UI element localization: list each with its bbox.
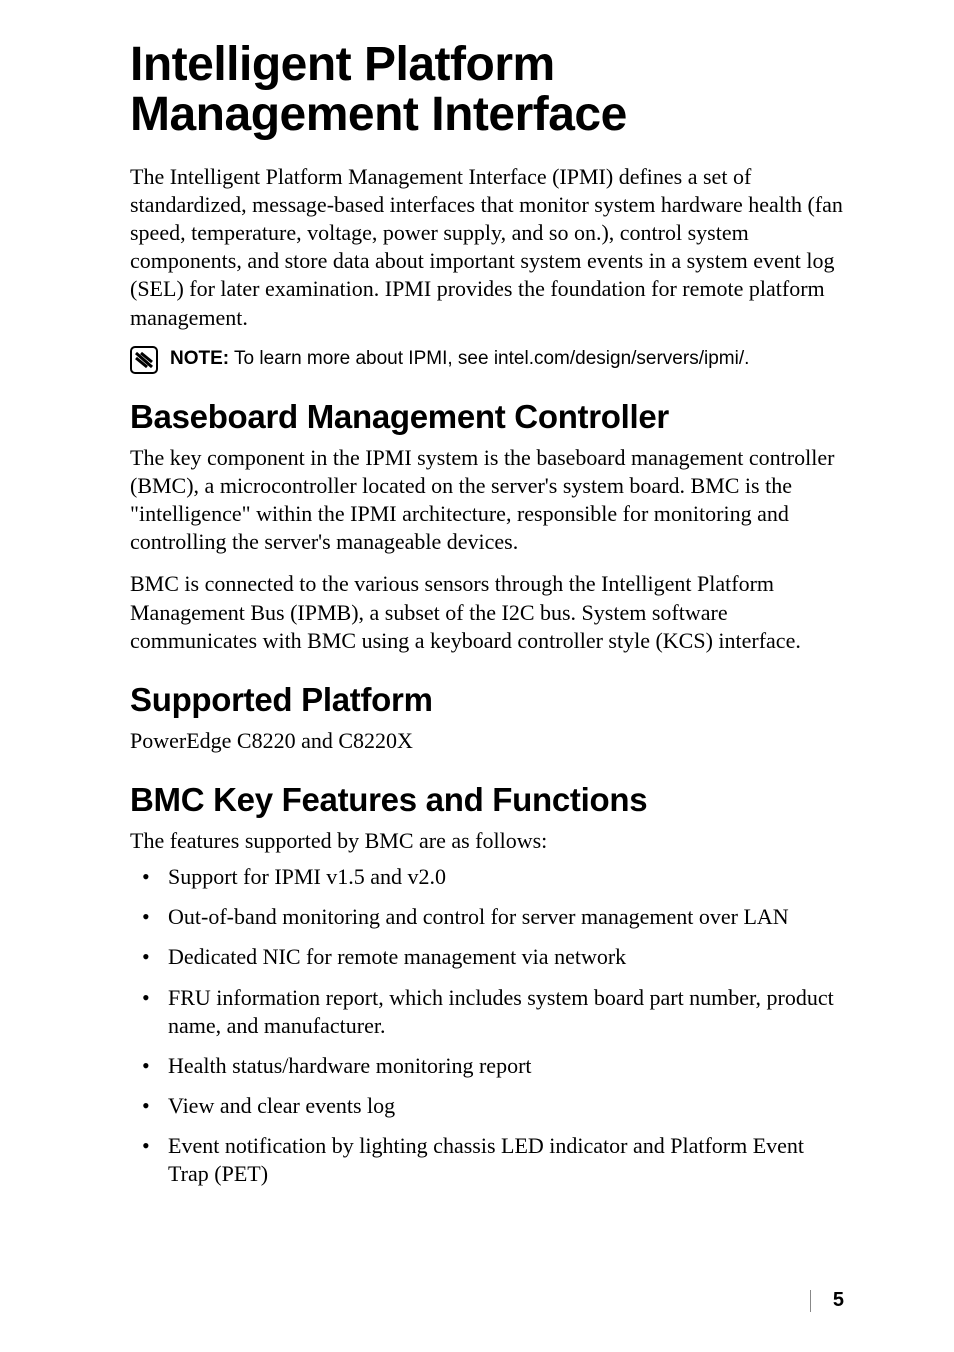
page-number: 5 [833,1289,844,1312]
supported-para: PowerEdge C8220 and C8220X [130,727,844,755]
heading-features: BMC Key Features and Functions [130,781,844,819]
note-text: NOTE: To learn more about IPMI, see inte… [170,348,749,371]
heading-supported: Supported Platform [130,681,844,719]
bmc-para-2: BMC is connected to the various sensors … [130,570,844,654]
list-item: Out-of-band monitoring and control for s… [168,903,844,931]
list-item: View and clear events log [168,1092,844,1120]
heading-bmc: Baseboard Management Controller [130,398,844,436]
list-item: FRU information report, which includes s… [168,984,844,1040]
note-callout: NOTE: To learn more about IPMI, see inte… [130,346,844,374]
features-intro: The features supported by BMC are as fol… [130,827,844,855]
list-item: Health status/hardware monitoring report [168,1052,844,1080]
note-icon [130,346,158,374]
bmc-para-1: The key component in the IPMI system is … [130,444,844,557]
list-item: Support for IPMI v1.5 and v2.0 [168,863,844,891]
list-item: Dedicated NIC for remote management via … [168,943,844,971]
note-body: To learn more about IPMI, see intel.com/… [229,348,749,369]
list-item: Event notification by lighting chassis L… [168,1132,844,1188]
note-label: NOTE: [170,348,229,369]
features-list: Support for IPMI v1.5 and v2.0 Out-of-ba… [130,863,844,1188]
chapter-title: Intelligent Platform Management Interfac… [130,40,844,141]
intro-paragraph: The Intelligent Platform Management Inte… [130,163,844,332]
page-footer: 5 [810,1289,844,1312]
footer-divider [810,1290,811,1312]
